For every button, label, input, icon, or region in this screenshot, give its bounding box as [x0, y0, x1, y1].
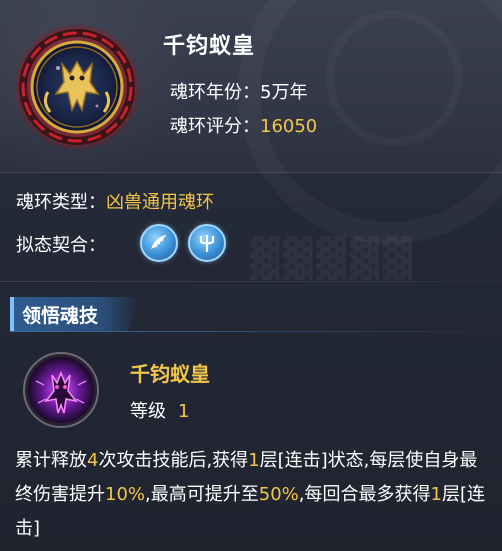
soul-ring-type-row: 魂环类型：凶兽通用魂环 [16, 188, 214, 214]
section-divider [0, 281, 502, 282]
trident-affinity-icon[interactable] [188, 224, 226, 262]
type-value: 凶兽通用魂环 [106, 192, 214, 213]
desc-highlight: 4 [87, 450, 99, 471]
wing-icon [151, 235, 167, 249]
soul-ring-header: 千钧蚁皇 魂环年份：5万年 魂环评分：16050 [0, 0, 502, 173]
skill-level-value: 1 [178, 401, 190, 422]
skill-name: 千钧蚁皇 [130, 362, 210, 386]
soul-ring-score-row: 魂环评分：16050 [170, 112, 317, 138]
affinity-icon-list [140, 224, 226, 262]
decorative-ring [326, 10, 462, 146]
desc-text: 累计释放 [15, 450, 87, 471]
year-label: 魂环年份： [170, 82, 260, 103]
skill-level-row: 等级 1 [130, 397, 189, 423]
type-label: 魂环类型： [16, 192, 106, 213]
year-value: 5万年 [260, 82, 308, 103]
soul-ring-title: 千钧蚁皇 [163, 34, 256, 59]
desc-highlight: 1 [430, 484, 442, 505]
desc-text: 次攻击技能后,获得 [98, 450, 249, 471]
trident-icon [199, 235, 215, 252]
soul-ring-year-row: 魂环年份：5万年 [170, 78, 307, 104]
desc-highlight: 50% [258, 484, 299, 505]
score-label: 魂环评分： [170, 116, 260, 137]
section-tab-label: 领悟魂技 [22, 305, 99, 327]
skill-description: 累计释放4次攻击技能后,获得1层[连击]状态,每层使自身最终伤害提升10%,最高… [15, 444, 485, 546]
desc-text: ,每回合最多获得 [298, 484, 431, 505]
soul-ring-detail-panel: 千钧蚁皇 魂环年份：5万年 魂环评分：16050 魂环类型：凶兽通用魂环 拟态契… [0, 0, 502, 551]
affinity-label: 拟态契合： [16, 235, 106, 256]
purple-ant-skill-icon[interactable] [22, 351, 100, 429]
wing-affinity-icon[interactable] [140, 224, 178, 262]
desc-highlight: 1 [248, 450, 260, 471]
score-value: 16050 [260, 116, 318, 137]
golden-ant-emperor-ring-icon [13, 23, 141, 151]
skill-level-label: 等级 [130, 401, 166, 422]
section-underline [10, 331, 492, 332]
desc-highlight: 10% [105, 484, 146, 505]
background-watermark: ▓▓▓▓▓ [250, 236, 417, 280]
desc-text: ,最高可提升至 [145, 484, 259, 505]
